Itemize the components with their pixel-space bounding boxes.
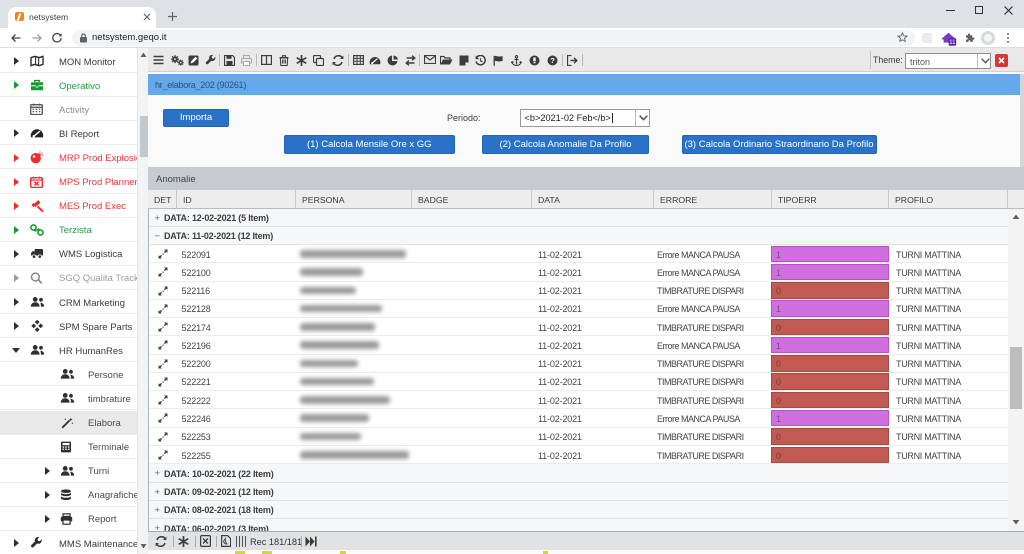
svg-text:11: 11 [949,40,956,46]
svg-text:?: ? [550,56,555,65]
